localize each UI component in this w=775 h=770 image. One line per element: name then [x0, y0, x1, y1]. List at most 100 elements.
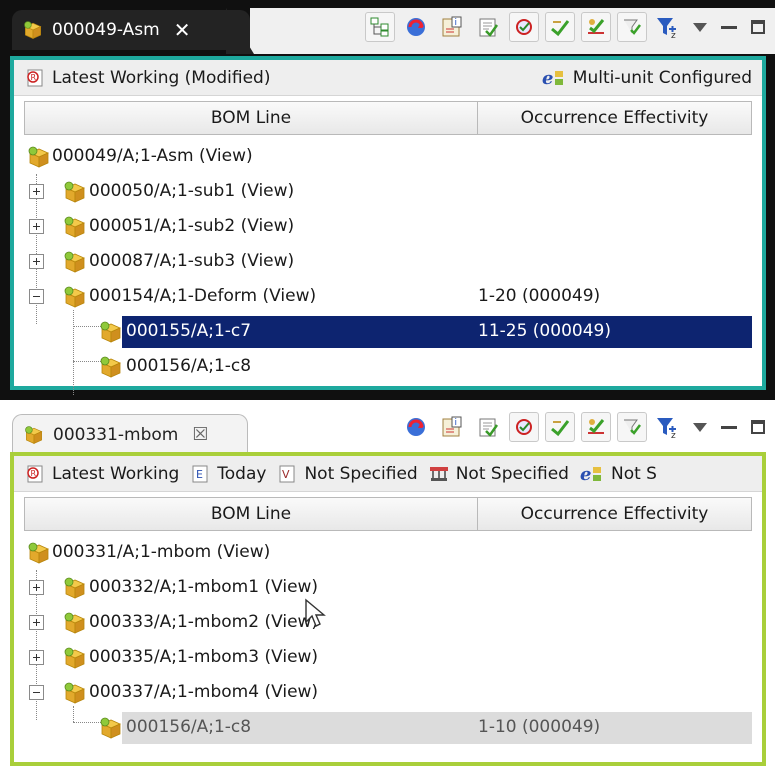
view-menu-icon[interactable] — [693, 422, 707, 432]
effectivity-icon: e — [542, 68, 563, 89]
svg-text:R: R — [31, 73, 37, 82]
tree-row[interactable]: 000050/A;1-sub1 (View) — [14, 175, 762, 209]
svg-text:z: z — [671, 31, 676, 39]
date-label[interactable]: Today — [217, 464, 266, 484]
structure-context-icon — [429, 466, 448, 481]
view-toolbar: i z — [365, 12, 769, 42]
expand-icon[interactable] — [29, 650, 44, 665]
tree-row-selected[interactable]: 000155/A;1-c7 11-25 (000049) — [14, 315, 762, 349]
approve-icon[interactable] — [545, 412, 575, 442]
transfer-icon[interactable] — [401, 12, 431, 42]
tree-row-selected[interactable]: 000156/A;1-c8 1-10 (000049) — [14, 711, 762, 745]
collapse-icon[interactable] — [29, 685, 44, 700]
col-bom-line[interactable]: BOM Line — [24, 101, 478, 135]
row-label: 000331/A;1-mbom (View) — [52, 542, 271, 562]
row-label: 000050/A;1-sub1 (View) — [89, 181, 295, 201]
expand-icon[interactable] — [29, 254, 44, 269]
view-menu-icon[interactable] — [693, 22, 707, 32]
bom-table-frame: R Latest Working (Modified) e Multi-unit… — [10, 56, 766, 395]
revision-rule-label[interactable]: Latest Working — [52, 464, 179, 484]
close-icon[interactable]: ✕ — [174, 18, 191, 42]
tab-000049-asm[interactable]: 000049-Asm ✕ — [12, 10, 250, 50]
config-status-label[interactable]: Not S — [611, 464, 657, 484]
assembly-icon — [24, 21, 41, 39]
bom-panel-mbom: 000331-mbom ☒ i z R Latest Working E Tod… — [0, 402, 775, 770]
tree-row[interactable]: 000049/A;1-Asm (View) — [14, 140, 762, 174]
col-bom-line[interactable]: BOM Line — [24, 497, 478, 531]
tab-000331-mbom[interactable]: 000331-mbom ☒ — [12, 414, 248, 454]
row-label: 000156/A;1-c8 — [126, 717, 252, 737]
structure-icon[interactable] — [365, 12, 395, 42]
close-icon[interactable]: ☒ — [192, 424, 208, 445]
sign-icon[interactable] — [581, 12, 611, 42]
expand-icon[interactable] — [29, 580, 44, 595]
variant-icon: V — [279, 465, 295, 482]
row-label: 000049/A;1-Asm (View) — [52, 146, 253, 166]
row-effectivity: 1-20 (000049) — [478, 286, 601, 306]
collapse-icon[interactable] — [29, 289, 44, 304]
tab-title: 000049-Asm — [52, 20, 160, 40]
expand-icon[interactable] — [29, 219, 44, 234]
assembly-icon — [64, 612, 85, 634]
assembly-icon — [64, 577, 85, 599]
assembly-icon — [100, 321, 121, 343]
minimize-icon[interactable] — [721, 25, 737, 29]
svg-text:e: e — [580, 464, 591, 485]
assembly-icon — [100, 717, 121, 739]
col-occurrence-effectivity[interactable]: Occurrence Effectivity — [478, 497, 752, 531]
approve-icon[interactable] — [545, 12, 575, 42]
assembly-icon — [100, 356, 121, 378]
config-status-label[interactable]: Multi-unit Configured — [573, 68, 752, 88]
revise-icon[interactable] — [509, 12, 539, 42]
effectivity-icon: e — [580, 464, 601, 485]
transfer-icon[interactable] — [401, 412, 431, 442]
svg-text:R: R — [31, 469, 37, 478]
info-icon[interactable]: i — [437, 412, 467, 442]
expand-icon[interactable] — [29, 615, 44, 630]
checkout-icon[interactable] — [473, 12, 503, 42]
tree-row[interactable]: 000333/A;1-mbom2 (View) — [14, 606, 762, 640]
row-label: 000156/A;1-c8 — [126, 356, 252, 376]
funnel-icon[interactable]: z — [653, 412, 683, 442]
assembly-icon — [28, 542, 49, 564]
filter-check-icon[interactable] — [617, 12, 647, 42]
minimize-icon[interactable] — [721, 425, 737, 429]
filter-check-icon[interactable] — [617, 412, 647, 442]
maximize-icon[interactable] — [751, 20, 765, 34]
row-label: 000087/A;1-sub3 (View) — [89, 251, 295, 271]
col-occurrence-effectivity[interactable]: Occurrence Effectivity — [478, 101, 752, 135]
tab-title: 000331-mbom — [53, 424, 179, 445]
info-icon[interactable]: i — [437, 12, 467, 42]
row-label: 000332/A;1-mbom1 (View) — [89, 577, 319, 597]
maximize-icon[interactable] — [751, 420, 765, 434]
column-header: BOM Line Occurrence Effectivity — [24, 101, 752, 135]
row-label: 000154/A;1-Deform (View) — [89, 286, 317, 306]
tree-row[interactable]: 000337/A;1-mbom4 (View) — [14, 676, 762, 710]
assembly-icon — [64, 682, 85, 704]
tree-row[interactable]: 000156/A;1-c8 — [14, 350, 762, 384]
structure-label[interactable]: Not Specified — [456, 464, 569, 484]
svg-text:z: z — [671, 431, 676, 439]
assembly-icon — [64, 181, 85, 203]
expand-icon[interactable] — [29, 184, 44, 199]
row-label: 000051/A;1-sub2 (View) — [89, 216, 295, 236]
assembly-icon — [64, 251, 85, 273]
revision-rule-label[interactable]: Latest Working (Modified) — [52, 68, 271, 88]
tree-row[interactable]: 000335/A;1-mbom3 (View) — [14, 641, 762, 675]
revision-rule-icon: R — [27, 69, 43, 86]
funnel-icon[interactable]: z — [653, 12, 683, 42]
tree-row[interactable]: 000154/A;1-Deform (View) 1-20 (000049) — [14, 280, 762, 314]
row-label: 000335/A;1-mbom3 (View) — [89, 647, 319, 667]
tree-row[interactable]: 000331/A;1-mbom (View) — [14, 536, 762, 570]
svg-text:i: i — [455, 18, 458, 28]
view-toolbar: i z — [401, 412, 769, 442]
tree-row[interactable]: 000332/A;1-mbom1 (View) — [14, 571, 762, 605]
checkout-icon[interactable] — [473, 412, 503, 442]
date-icon: E — [192, 465, 208, 482]
tree-row[interactable]: 000087/A;1-sub3 (View) — [14, 245, 762, 279]
sign-icon[interactable] — [581, 412, 611, 442]
revise-icon[interactable] — [509, 412, 539, 442]
variant-label[interactable]: Not Specified — [304, 464, 417, 484]
tree-row[interactable]: 000051/A;1-sub2 (View) — [14, 210, 762, 244]
column-header: BOM Line Occurrence Effectivity — [24, 497, 752, 531]
